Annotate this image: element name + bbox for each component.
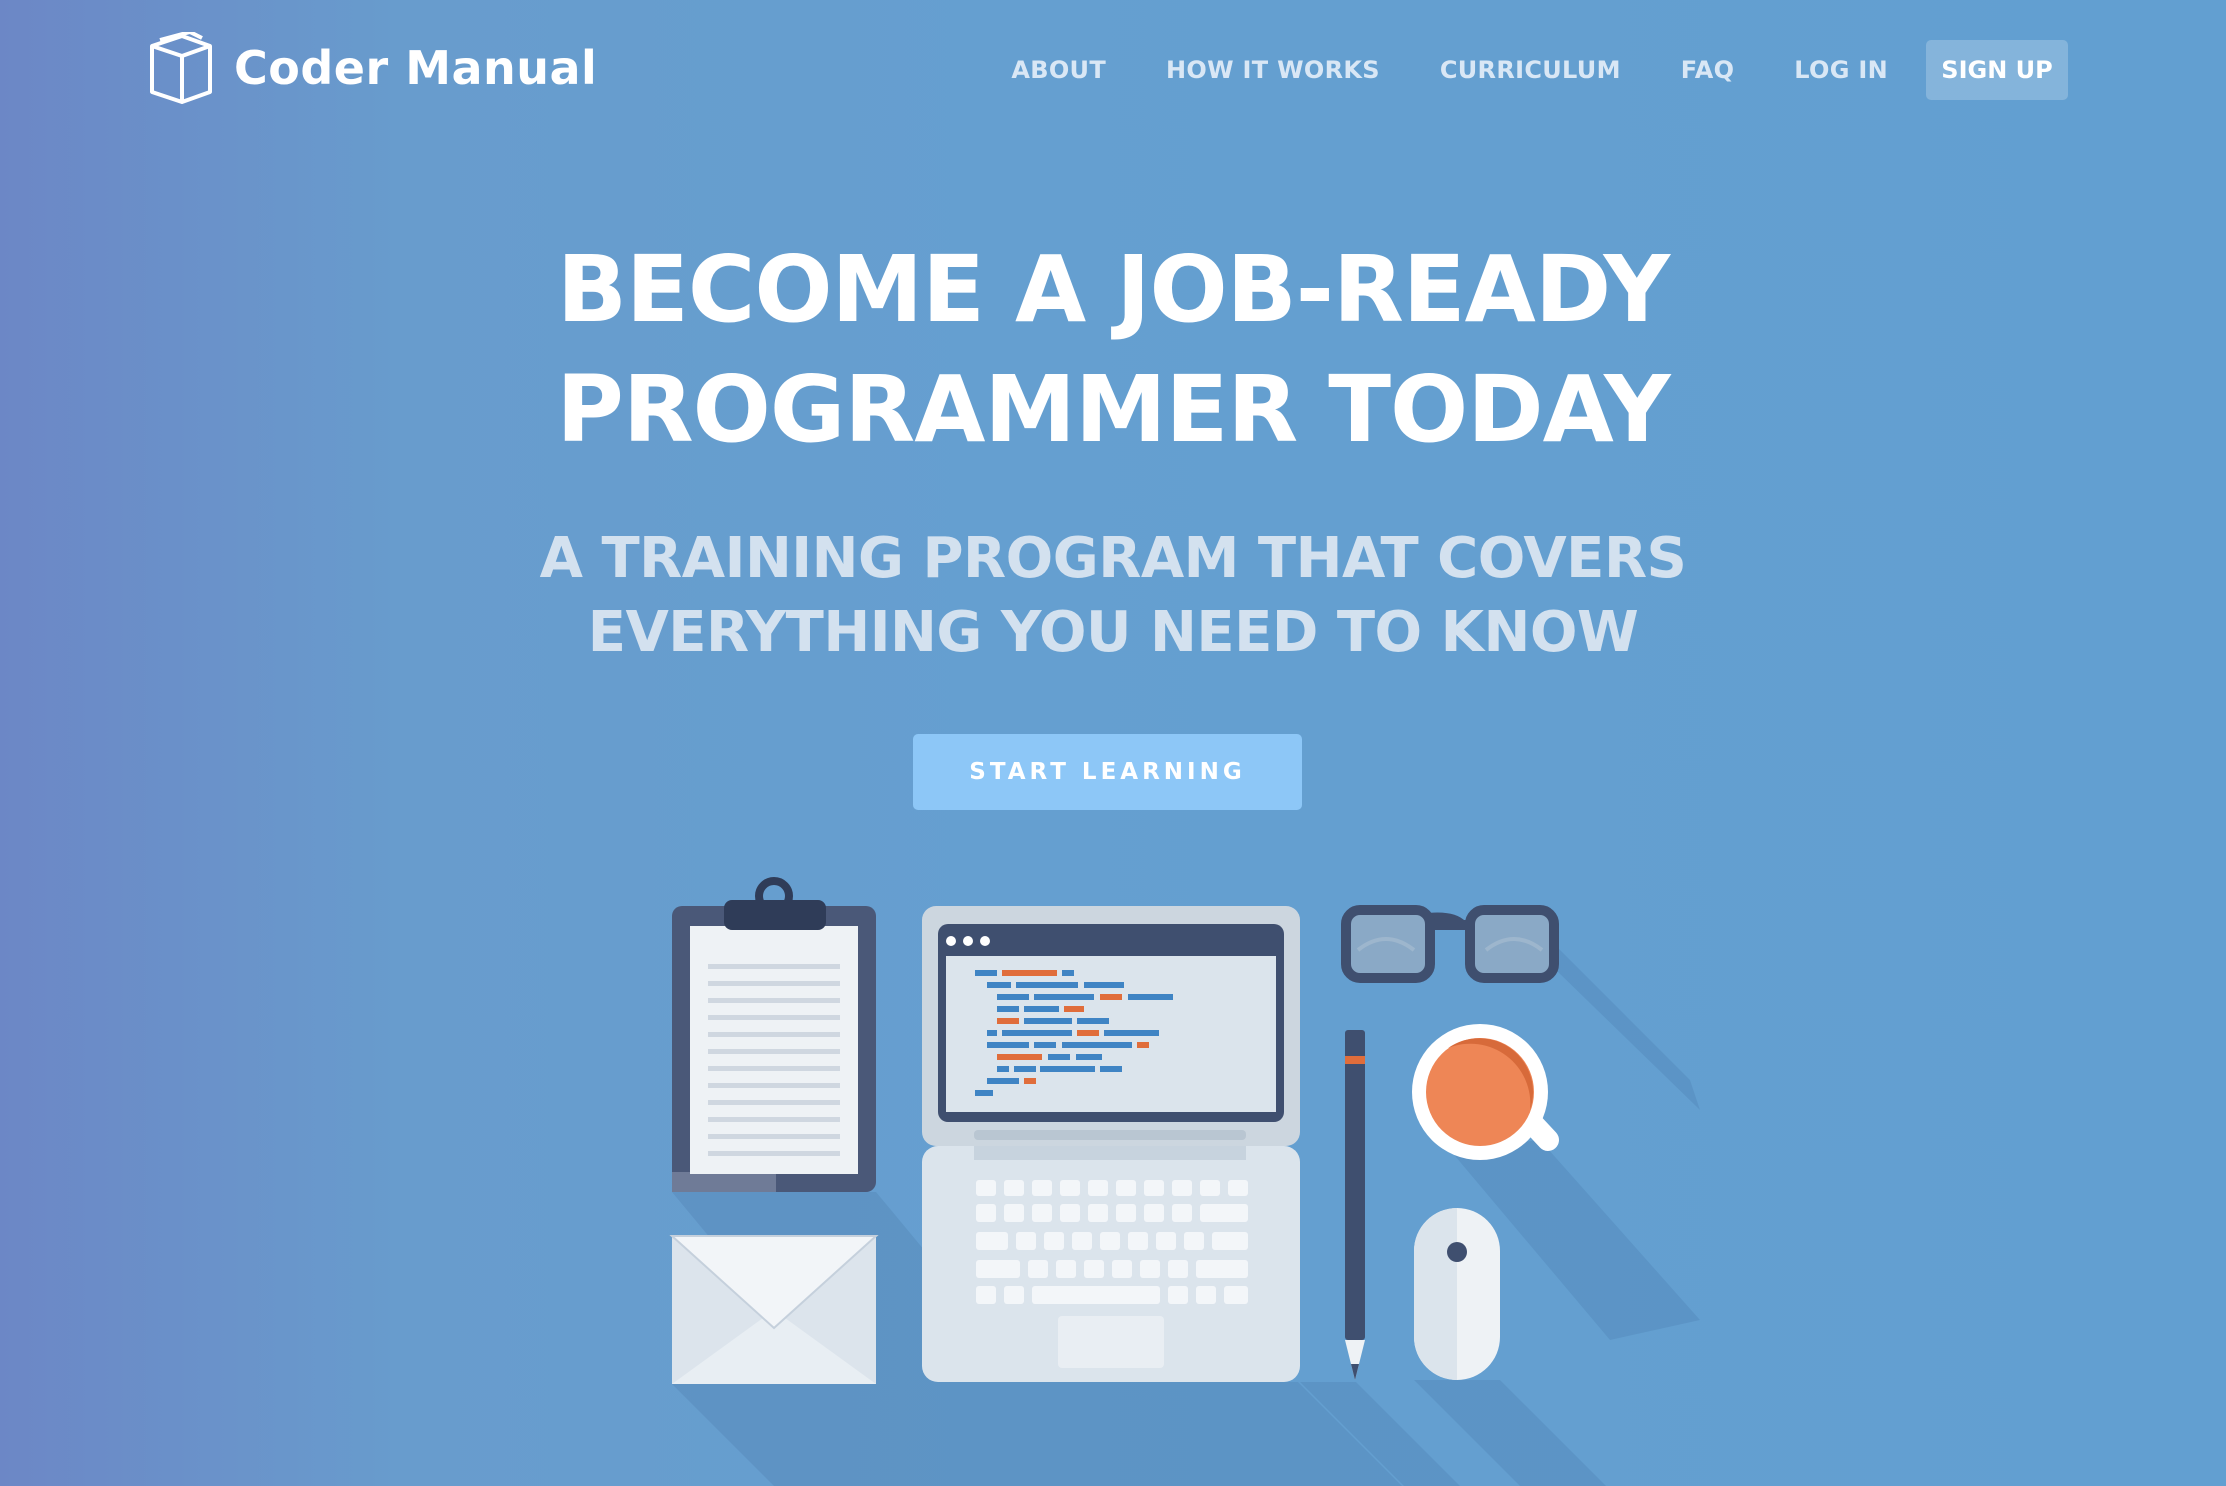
mouse-icon — [1414, 1208, 1500, 1380]
desk-illustration — [669, 877, 1700, 1486]
clipboard-icon — [672, 877, 876, 1192]
envelope-icon — [669, 1235, 879, 1384]
coffee-cup-icon — [1412, 1024, 1559, 1160]
glasses-icon — [1341, 905, 1559, 983]
laptop-icon — [922, 906, 1300, 1382]
pencil-icon — [1345, 1030, 1365, 1380]
